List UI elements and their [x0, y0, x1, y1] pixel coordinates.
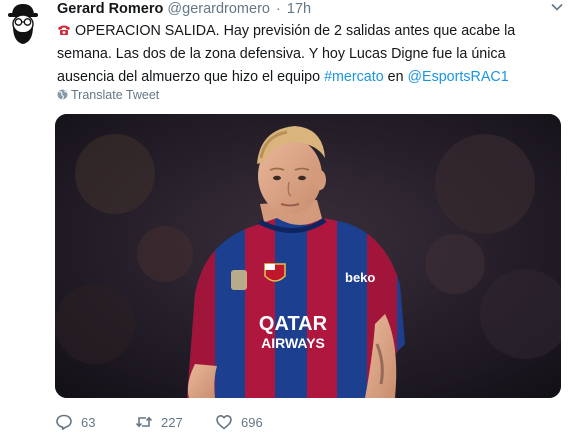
reply-icon: [56, 414, 72, 430]
tweet-photo[interactable]: QATAR AIRWAYS beko: [55, 114, 561, 398]
retweet-button[interactable]: 227: [135, 410, 183, 434]
mention-link[interactable]: @EsportsRAC1: [408, 69, 509, 85]
tweet-header: Gerard Romero @gerardromero · 17h: [57, 0, 542, 18]
like-icon: [216, 415, 232, 430]
tweet-text: OPERACION SALIDA. Hay previsión de 2 sal…: [57, 20, 562, 89]
sleeve-logo: beko: [345, 270, 375, 285]
author-avatar[interactable]: [4, 2, 42, 50]
jersey-sponsor-line2: AIRWAYS: [261, 335, 325, 351]
author-name[interactable]: Gerard Romero: [57, 1, 163, 17]
phone-emoji-icon: [57, 21, 71, 35]
like-button[interactable]: 696: [215, 410, 263, 434]
club-crest: [264, 263, 286, 282]
tweet-timestamp[interactable]: 17h: [287, 1, 311, 17]
author-handle[interactable]: @gerardromero: [167, 1, 270, 17]
player-photo-image: QATAR AIRWAYS beko: [55, 114, 561, 398]
retweet-icon: [135, 416, 153, 428]
hashtag-link[interactable]: #mercato: [324, 69, 384, 85]
chevron-down-icon: [551, 3, 563, 11]
translate-tweet-button[interactable]: Translate Tweet: [57, 87, 159, 103]
translate-label: Translate Tweet: [71, 88, 160, 102]
separator: ·: [276, 1, 281, 17]
reply-count: 63: [81, 414, 96, 430]
tweet-options-button[interactable]: [550, 0, 564, 14]
tweet-text-connector: en: [383, 69, 408, 85]
avatar-icon: [8, 4, 38, 44]
jersey-sponsor-line1: QATAR: [259, 313, 328, 335]
globe-icon: [57, 88, 68, 100]
reply-button[interactable]: 63: [55, 410, 95, 434]
like-count: 696: [241, 414, 263, 430]
retweet-count: 227: [161, 414, 183, 430]
